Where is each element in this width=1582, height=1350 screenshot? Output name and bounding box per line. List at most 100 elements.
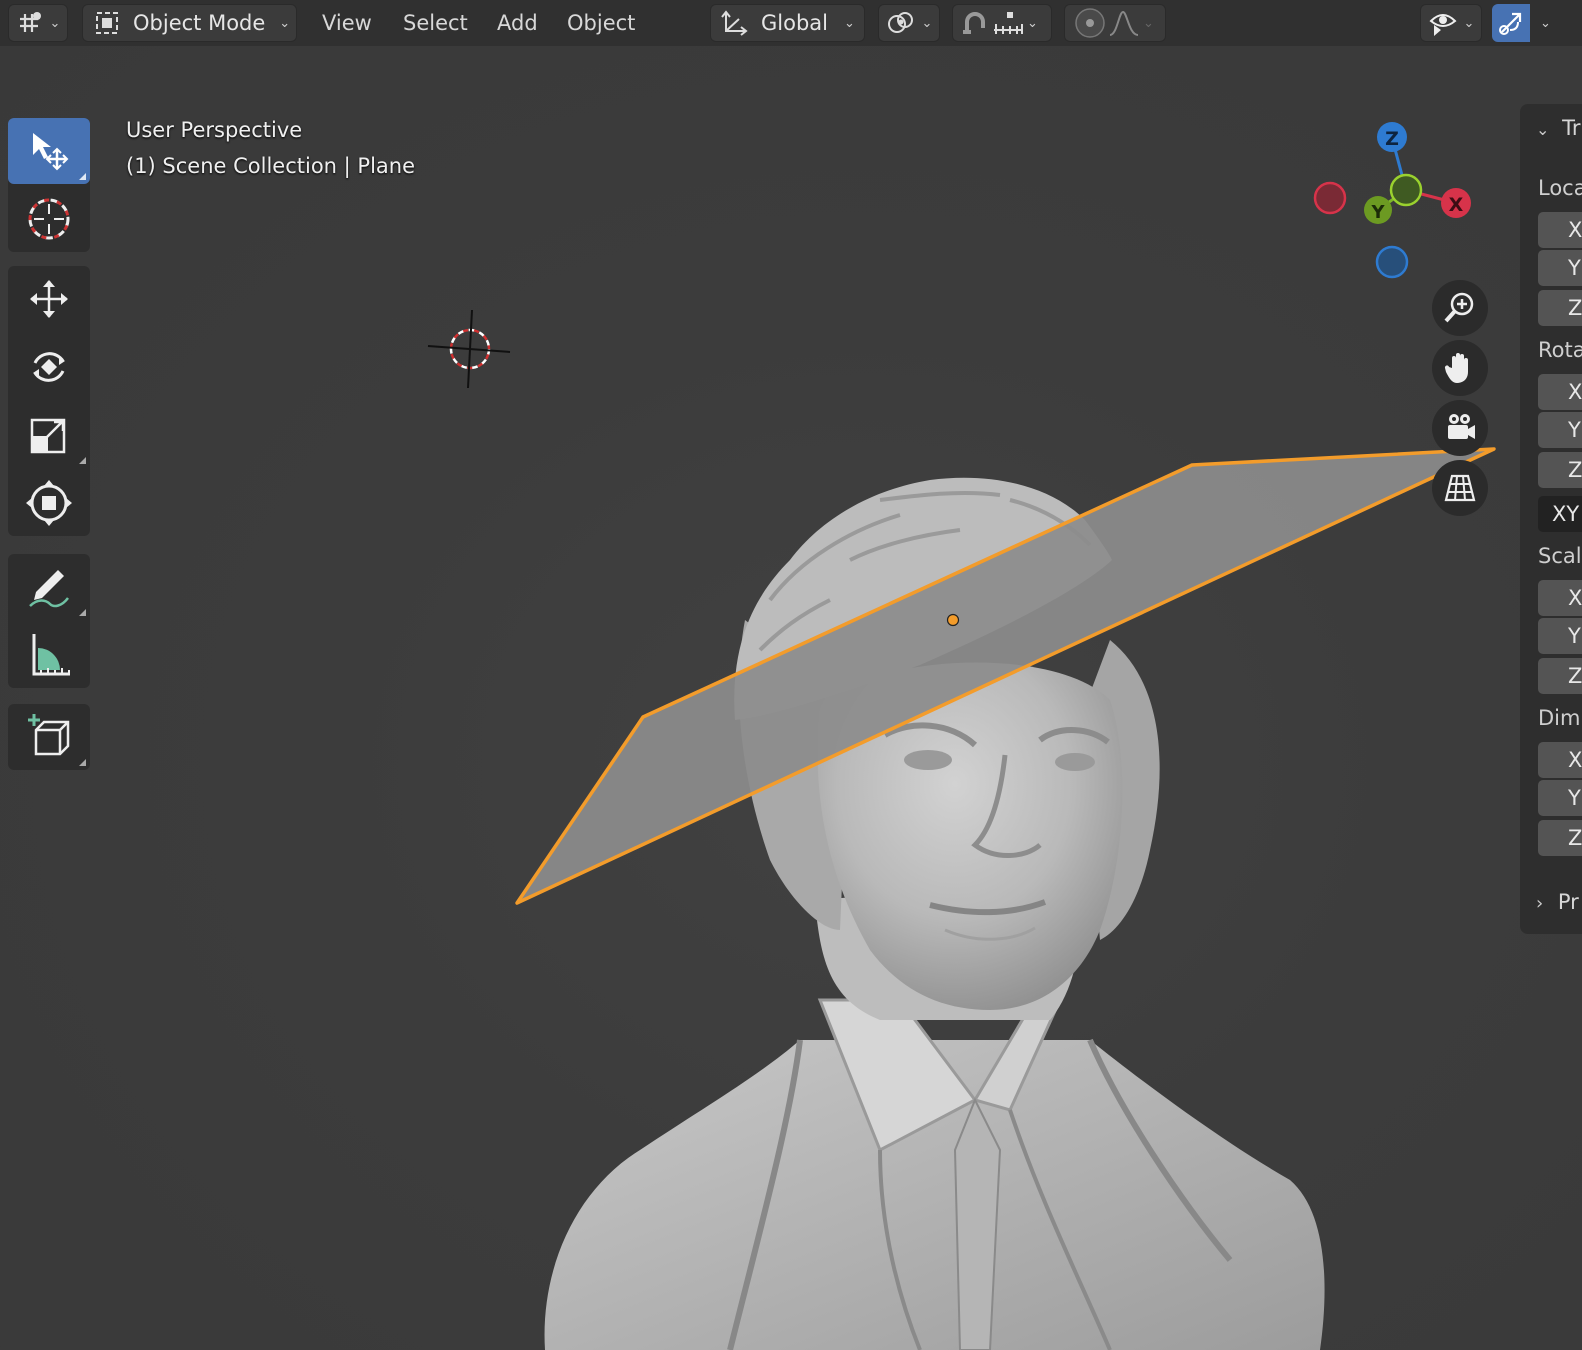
menu-select[interactable]: Select [395,6,476,40]
dimensions-z-field[interactable]: Z [1538,820,1582,856]
gizmo-toggle-icon [1499,12,1522,35]
tool-select-box[interactable] [8,118,90,184]
scale-y-field[interactable]: Y [1538,618,1582,654]
object-visibility-icon [1429,14,1457,36]
perspective-toggle-button[interactable] [1432,460,1488,516]
gizmo-x-label: X [1449,194,1464,216]
chevron-right-icon: › [1536,893,1544,914]
zoom-button[interactable] [1432,280,1488,336]
menu-object[interactable]: Object [559,6,643,40]
location-z-field[interactable]: Z [1538,290,1582,326]
rotate-icon [33,352,65,382]
mode-label: Object Mode [133,11,266,35]
measure-icon [32,634,70,676]
viewport-header: ⌄ Object Mode ⌄ View Select Add Object G… [0,0,1582,46]
gizmo-toggle-button[interactable] [1492,4,1530,42]
location-label: Loca [1538,176,1582,200]
object-visibility-selector[interactable]: ⌄ [1420,4,1482,42]
tool-move[interactable] [8,266,90,332]
orientation-label: Global [761,11,828,35]
proportional-editing-icon[interactable] [1073,6,1107,40]
transform-orientation-selector[interactable]: Global ⌄ [710,4,865,42]
rotation-x-field[interactable]: X [1538,374,1582,410]
toolbar-group-add [8,704,90,770]
transform-panel-header[interactable]: ⌄ Tr [1536,116,1580,140]
tool-options-indicator [79,609,86,616]
gizmo-neg-z[interactable] [1375,245,1409,279]
orientation-axes-icon [721,10,748,36]
transform-title: Tr [1562,116,1581,140]
chevron-down-icon: ⌄ [1027,15,1038,31]
falloff-curve-icon [1109,10,1139,36]
transform-icon [26,480,72,526]
rotation-y-field[interactable]: Y [1538,412,1582,448]
grid-perspective-icon [1444,474,1476,502]
scene-render: Z X Y [427,122,1496,1350]
zoom-icon [1444,292,1474,323]
chevron-down-icon: ⌄ [1463,15,1475,31]
gizmo-toggle-group[interactable]: ⌄ [1492,4,1582,42]
rotation-mode-selector[interactable]: XY [1538,496,1582,532]
scale-label: Scal [1538,544,1582,568]
chevron-down-icon: ⌄ [49,15,61,31]
object-mode-icon [96,12,118,34]
dimensions-y-field[interactable]: Y [1538,780,1582,816]
pan-button[interactable] [1432,340,1488,396]
pivot-point-selector[interactable]: ⌄ [878,4,940,42]
snap-controls[interactable]: ⌄ [952,4,1052,42]
tool-options-indicator [79,457,86,464]
chevron-down-icon: ⌄ [844,15,855,31]
scale-x-field[interactable]: X [1538,580,1582,616]
gizmo-z-label: Z [1385,128,1399,150]
dimensions-x-field[interactable]: X [1538,742,1582,778]
scale-z-field[interactable]: Z [1538,658,1582,694]
3d-cursor[interactable] [427,309,511,389]
tool-rotate[interactable] [8,334,90,400]
add-cube-icon [28,714,70,756]
properties-title: Pr [1557,890,1579,914]
dimensions-label: Dim [1538,706,1581,730]
tool-annotate[interactable] [8,554,90,620]
chevron-down-icon: ⌄ [279,15,291,31]
camera-view-button[interactable] [1432,400,1488,456]
3d-viewport[interactable]: Z X Y User Perspective (1) Scene Collect… [0,46,1582,1350]
navigation-gizmo[interactable]: Z X Y [1313,122,1471,279]
snap-increment-icon [994,12,1023,34]
menu-view[interactable]: View [314,6,380,40]
select-box-icon [33,133,69,171]
rotation-z-field[interactable]: Z [1538,452,1582,488]
menu-add[interactable]: Add [489,6,546,40]
scale-icon [30,418,66,454]
object-origin [946,613,960,627]
annotate-icon [29,570,69,608]
proportional-editing-controls[interactable]: ⌄ [1064,4,1166,42]
rotation-label: Rota [1538,338,1582,362]
sidebar-panel: ⌄ Tr Loca X Y Z Rota X Y Z XY Scal X Y Z… [1520,104,1582,934]
tool-cursor[interactable] [8,186,90,252]
snap-magnet-icon[interactable] [959,8,991,38]
tool-add-cube[interactable] [8,704,90,770]
view-name: User Perspective [126,118,303,142]
tool-measure[interactable] [8,622,90,688]
tool-options-indicator [79,173,86,180]
move-icon [30,280,68,318]
toolbar-group-annotate [8,554,90,688]
tool-options-indicator [79,759,86,766]
gizmo-neg-x[interactable] [1313,181,1347,215]
location-y-field[interactable]: Y [1538,250,1582,286]
tool-scale[interactable] [8,402,90,468]
chevron-down-icon: ⌄ [1536,120,1550,139]
collection-info: (1) Scene Collection | Plane [126,154,416,178]
chevron-down-icon: ⌄ [921,15,933,31]
tool-transform[interactable] [8,470,90,536]
editor-type-button[interactable]: ⌄ [8,4,68,42]
gizmo-neg-y[interactable] [1389,173,1423,207]
hand-icon [1444,353,1468,383]
mode-selector[interactable]: Object Mode ⌄ [82,4,297,42]
properties-panel-header[interactable]: › Pr [1536,890,1579,914]
cursor-icon [28,198,70,240]
editor-type-icon [19,12,41,32]
chevron-down-icon: ⌄ [1540,15,1551,31]
location-x-field[interactable]: X [1538,212,1582,248]
toolbar-group-transform [8,266,90,536]
